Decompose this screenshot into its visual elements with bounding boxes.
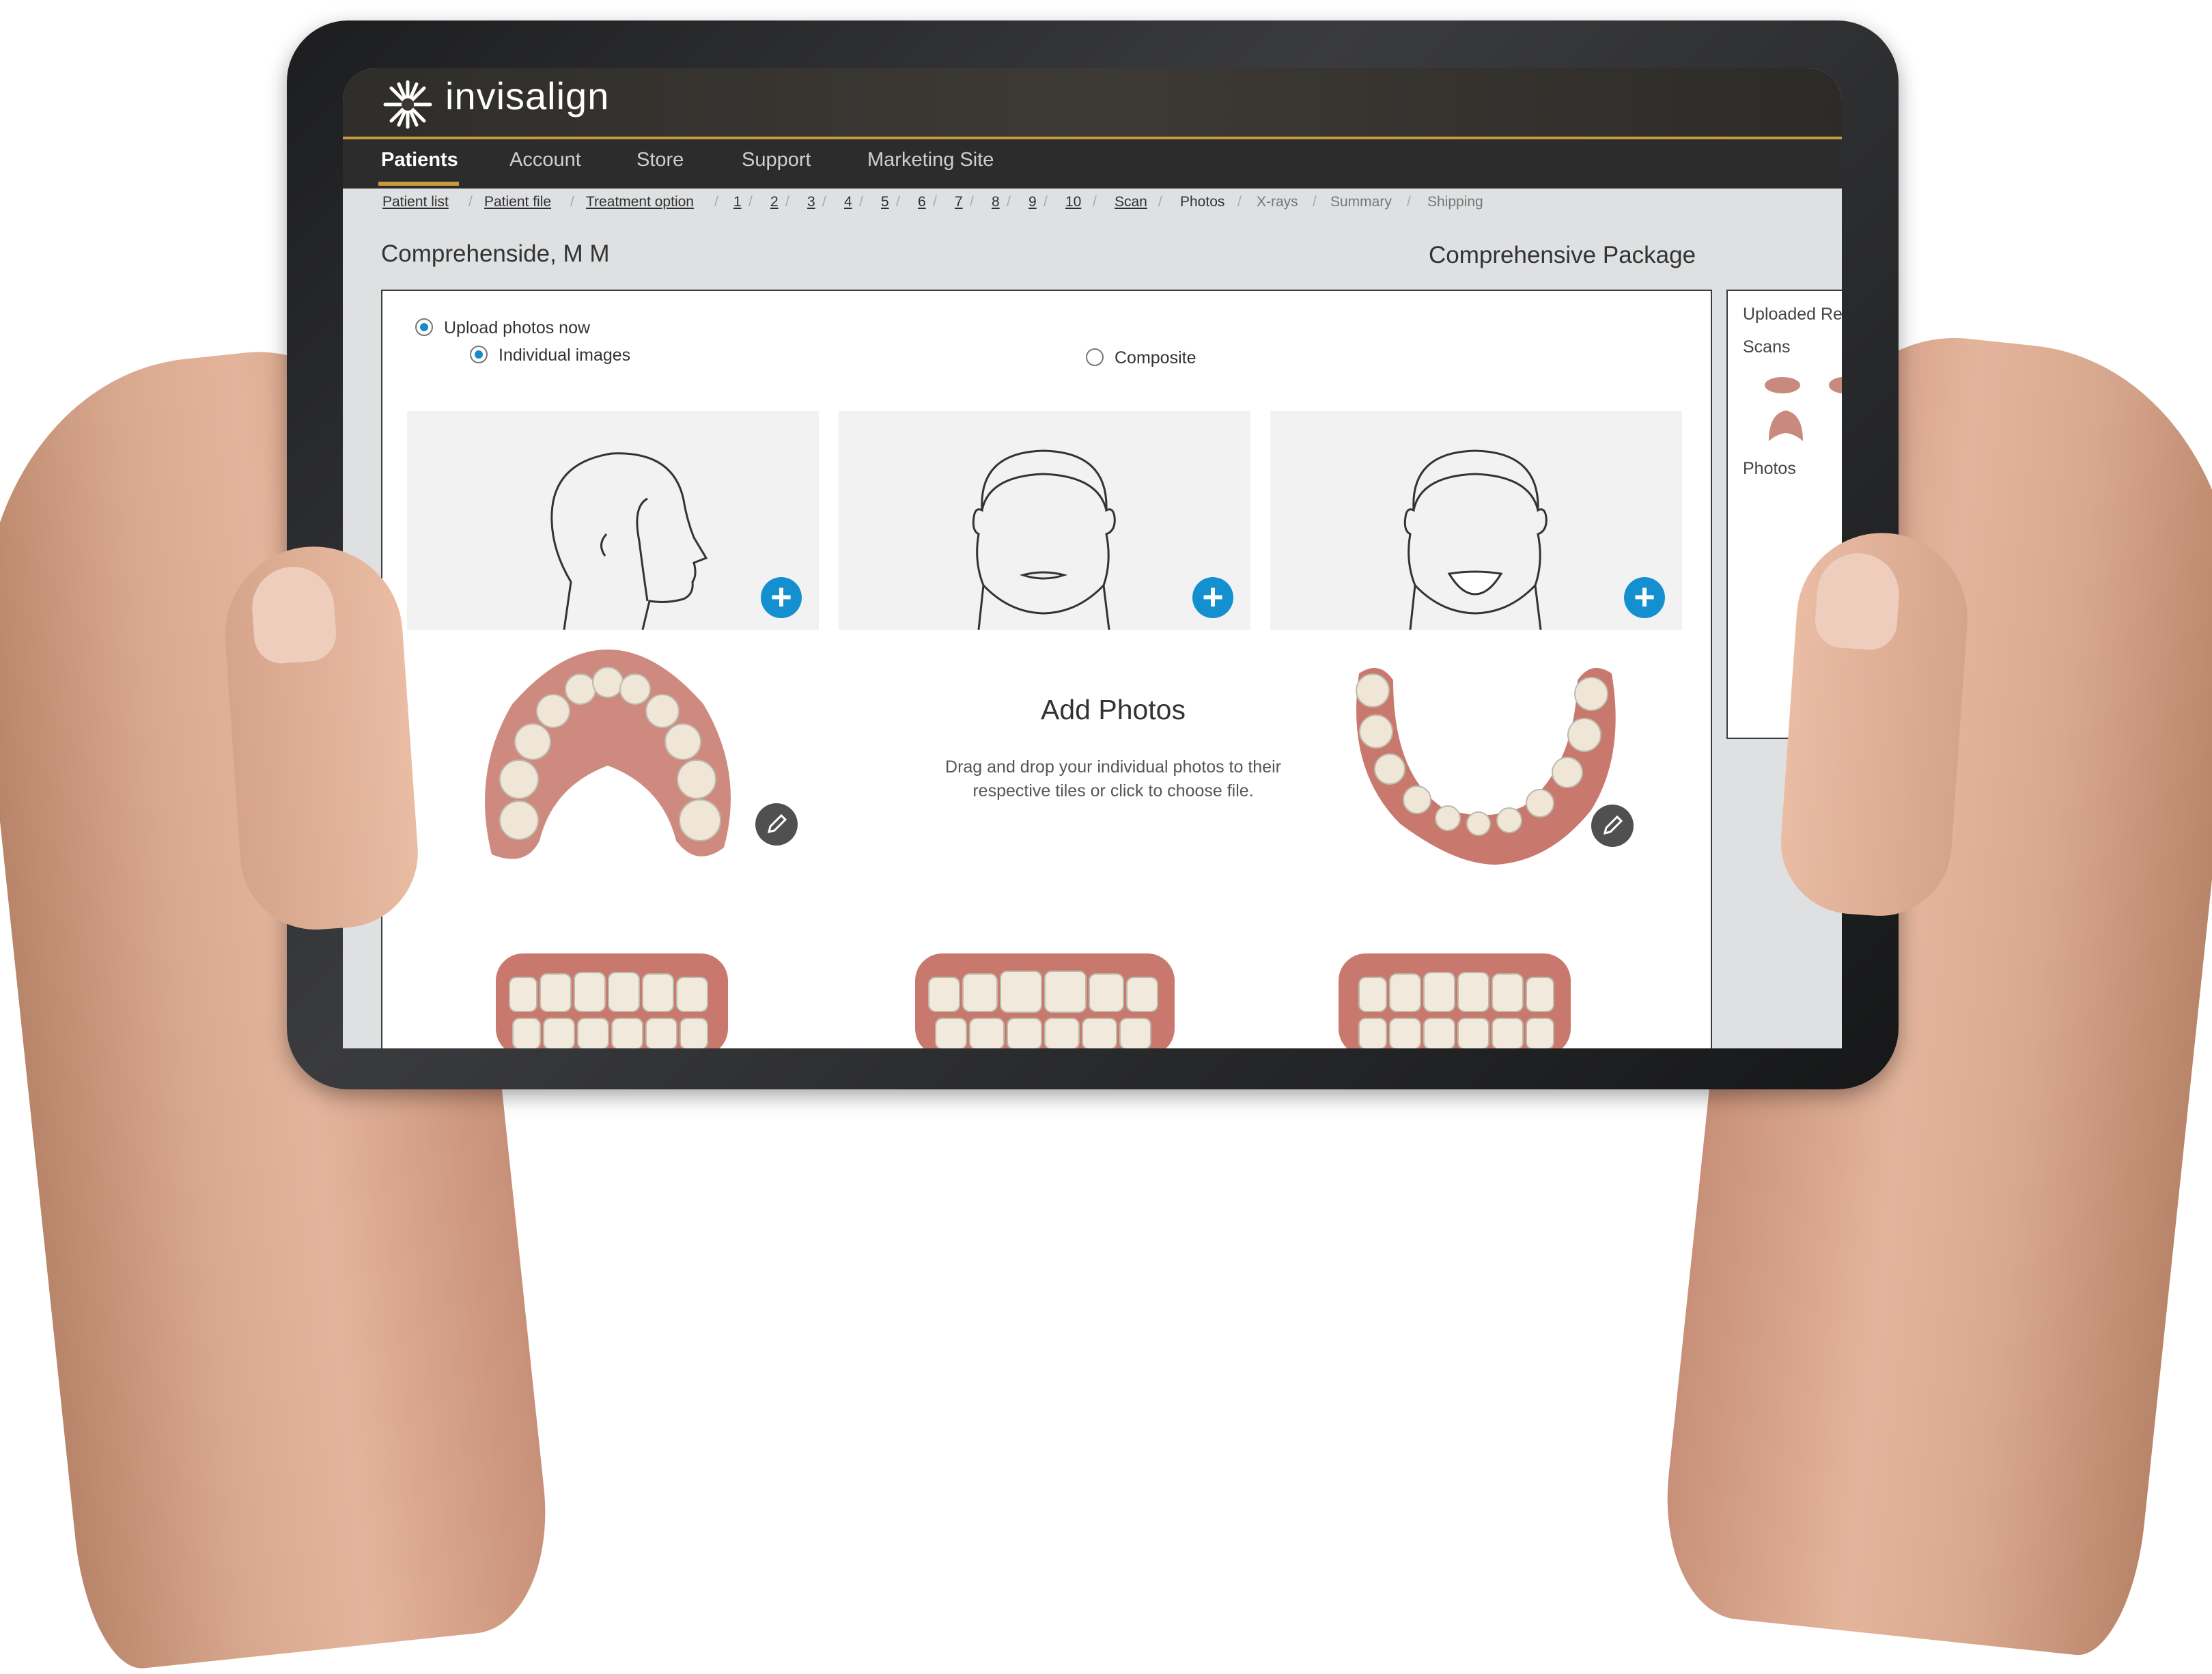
uploaded-records-title: Uploaded Re	[1743, 305, 1842, 324]
frontal-intraoral-photo	[915, 953, 1175, 1048]
crumb-separator: /	[785, 194, 789, 210]
crumb-step-7[interactable]: 7	[955, 194, 963, 210]
add-frontal-rest-photo-button[interactable]: +	[1192, 577, 1233, 618]
individual-images-radio[interactable]	[470, 346, 488, 363]
photo-upload-panel: Upload photos now Individual images Comp…	[381, 290, 1712, 1048]
pencil-icon	[1603, 815, 1623, 835]
pencil-icon	[767, 813, 787, 834]
nav-store[interactable]: Store	[636, 149, 684, 171]
composite-radio[interactable]	[1086, 348, 1104, 366]
crumb-separator: /	[1093, 194, 1097, 210]
crumb-separator: /	[1313, 194, 1317, 210]
crumb-separator: /	[896, 194, 900, 210]
crumb-xrays: X-rays	[1257, 194, 1298, 210]
add-frontal-smile-photo-button[interactable]: +	[1624, 577, 1665, 618]
crumb-step-4[interactable]: 4	[844, 194, 852, 210]
nav-marketing-site[interactable]: Marketing Site	[867, 149, 994, 171]
patient-name: Comprehenside, M M	[381, 240, 610, 267]
main-nav: Patients Account Store Support Marketing…	[343, 137, 1842, 189]
crumb-separator: /	[1407, 194, 1411, 210]
upper-occlusal-photo	[485, 650, 731, 859]
nav-patients[interactable]: Patients	[381, 149, 458, 171]
add-photos-title: Add Photos	[1041, 694, 1186, 725]
nav-support[interactable]: Support	[742, 149, 811, 171]
upload-now-label: Upload photos now	[444, 318, 591, 337]
crumb-shipping: Shipping	[1427, 194, 1483, 210]
breadcrumb: Patient list / Patient file / Treatment …	[382, 194, 1830, 221]
composite-label: Composite	[1115, 348, 1196, 367]
individual-images-label: Individual images	[499, 346, 631, 365]
nav-active-underline	[378, 182, 459, 186]
crumb-step-3[interactable]: 3	[807, 194, 815, 210]
crumb-separator: /	[1044, 194, 1048, 210]
add-photos-description: Drag and drop your individual photos to …	[945, 757, 1281, 800]
crumb-step-9[interactable]: 9	[1028, 194, 1037, 210]
crumb-patient-file[interactable]: Patient file	[484, 194, 551, 210]
invisalign-logo-text: invisalign	[445, 74, 610, 117]
crumb-scan[interactable]: Scan	[1115, 194, 1147, 210]
upload-now-radio[interactable]	[415, 318, 433, 336]
crumb-separator: /	[1007, 194, 1011, 210]
frontal-smile-photo-tile[interactable]: +	[1270, 411, 1682, 630]
app-header: invisalign	[343, 68, 1842, 137]
crumb-separator: /	[933, 194, 937, 210]
scans-label: Scans	[1743, 337, 1791, 357]
crumb-separator: /	[468, 194, 473, 210]
edit-upper-occlusal-button[interactable]	[755, 803, 798, 846]
crumb-step-1[interactable]: 1	[733, 194, 742, 210]
lower-occlusal-photo	[1356, 668, 1616, 865]
frontal-face-smile-outline-icon	[1403, 449, 1548, 630]
profile-face-outline-icon	[550, 452, 708, 630]
crumb-separator: /	[1237, 194, 1242, 210]
frontal-rest-photo-tile[interactable]: +	[839, 411, 1250, 630]
left-buccal-photo	[1339, 953, 1571, 1048]
crumb-separator: /	[970, 194, 974, 210]
crumb-step-6[interactable]: 6	[918, 194, 926, 210]
crumb-summary: Summary	[1330, 194, 1392, 210]
crumb-patient-list[interactable]: Patient list	[382, 194, 449, 210]
crumb-separator: /	[570, 194, 574, 210]
edit-lower-occlusal-button[interactable]	[1591, 805, 1634, 847]
nav-account[interactable]: Account	[509, 149, 581, 171]
scan-thumbnails	[1765, 377, 1842, 441]
crumb-step-2[interactable]: 2	[770, 194, 779, 210]
crumb-separator: /	[822, 194, 826, 210]
right-buccal-photo	[496, 953, 728, 1048]
photos-label: Photos	[1743, 459, 1796, 478]
crumb-separator: /	[859, 194, 863, 210]
add-profile-photo-button[interactable]: +	[761, 577, 802, 618]
crumb-separator: /	[1158, 194, 1162, 210]
crumb-step-8[interactable]: 8	[992, 194, 1000, 210]
frontal-face-rest-outline-icon	[972, 449, 1116, 630]
crumb-step-10[interactable]: 10	[1065, 194, 1081, 210]
package-name: Comprehensive Package	[1429, 242, 1696, 268]
crumb-separator: /	[748, 194, 753, 210]
crumb-step-5[interactable]: 5	[881, 194, 889, 210]
profile-photo-tile[interactable]: +	[407, 411, 819, 630]
invisalign-star-icon	[383, 80, 432, 129]
crumb-photos: Photos	[1180, 194, 1225, 210]
tablet-screen: invisalign Patients Account Store Suppor…	[343, 68, 1842, 1048]
crumb-treatment-option[interactable]: Treatment option	[586, 194, 694, 210]
crumb-separator: /	[714, 194, 718, 210]
